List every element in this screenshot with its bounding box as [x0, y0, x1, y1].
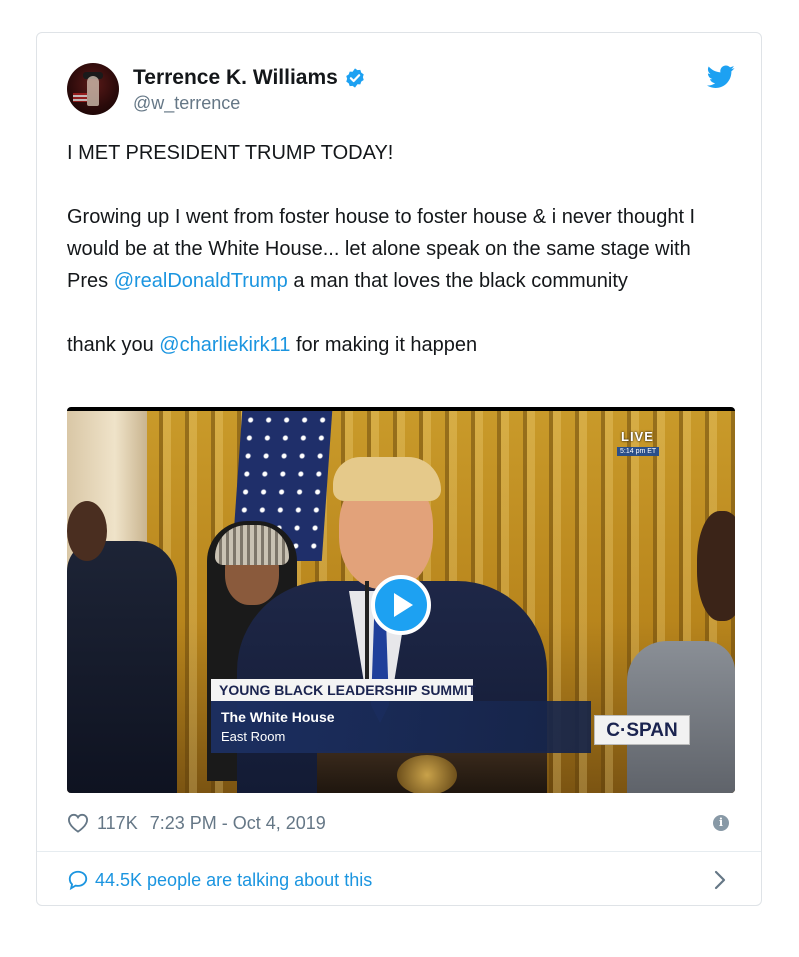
presidential-seal [397, 755, 457, 793]
timestamp[interactable]: 7:23 PM - Oct 4, 2019 [150, 813, 326, 834]
mention-realdonaldtrump[interactable]: @realDonaldTrump [114, 270, 288, 292]
talking-text[interactable]: 44.5K people are talking about this [95, 870, 372, 891]
network-logo: C·SPAN [594, 715, 690, 745]
tweet-text-span: for making it happen [290, 334, 478, 356]
tweet-text: I MET PRESIDENT TRUMP TODAY! Growing up … [67, 137, 727, 361]
microphone [365, 581, 369, 691]
speech-bubble-icon [68, 870, 88, 891]
avatar[interactable] [67, 63, 119, 115]
info-icon[interactable]: i [713, 815, 729, 831]
verified-badge-icon [346, 68, 364, 88]
tweet-line-1: I MET PRESIDENT TRUMP TODAY! [67, 142, 394, 164]
lower-third-title: YOUNG BLACK LEADERSHIP SUMMIT [211, 679, 476, 701]
chevron-right-icon[interactable] [713, 869, 727, 891]
avatar-flag [73, 93, 87, 102]
heart-icon[interactable] [67, 813, 89, 833]
author-name[interactable]: Terrence K. Williams [133, 66, 338, 90]
tweet-text-span: a man that loves the black community [287, 270, 628, 292]
play-icon [394, 593, 413, 617]
like-count[interactable]: 117K [97, 813, 138, 834]
twitter-bird-icon[interactable] [707, 65, 735, 89]
lower-third-location: The White House [221, 709, 335, 725]
live-time: 5:14 pm ET [617, 447, 660, 456]
avatar-figure [87, 76, 99, 106]
author-handle[interactable]: @w_terrence [133, 93, 240, 114]
tweet-paragraph-2: Growing up I went from foster house to f… [67, 201, 727, 297]
video-player[interactable]: LIVE 5:14 pm ET YOUNG BLACK LEADERSHIP S… [67, 407, 735, 793]
tweet-paragraph-3: thank you @charliekirk11 for making it h… [67, 329, 727, 361]
tweet-meta: 117K 7:23 PM - Oct 4, 2019 [67, 811, 326, 835]
person-left [67, 501, 177, 793]
speaker-hair [333, 457, 441, 501]
tweet-text-span: thank you [67, 334, 160, 356]
mention-charliekirk11[interactable]: @charliekirk11 [159, 334, 290, 356]
live-label: LIVE [621, 429, 654, 444]
divider [37, 851, 761, 852]
talking-link[interactable]: 44.5K people are talking about this [67, 867, 372, 893]
author-row[interactable]: Terrence K. Williams [133, 65, 366, 91]
lower-third-room: East Room [221, 729, 286, 744]
tweet-card[interactable]: Terrence K. Williams @w_terrence I MET P… [36, 32, 762, 906]
play-button[interactable] [371, 575, 431, 635]
person-right-head [697, 511, 735, 621]
